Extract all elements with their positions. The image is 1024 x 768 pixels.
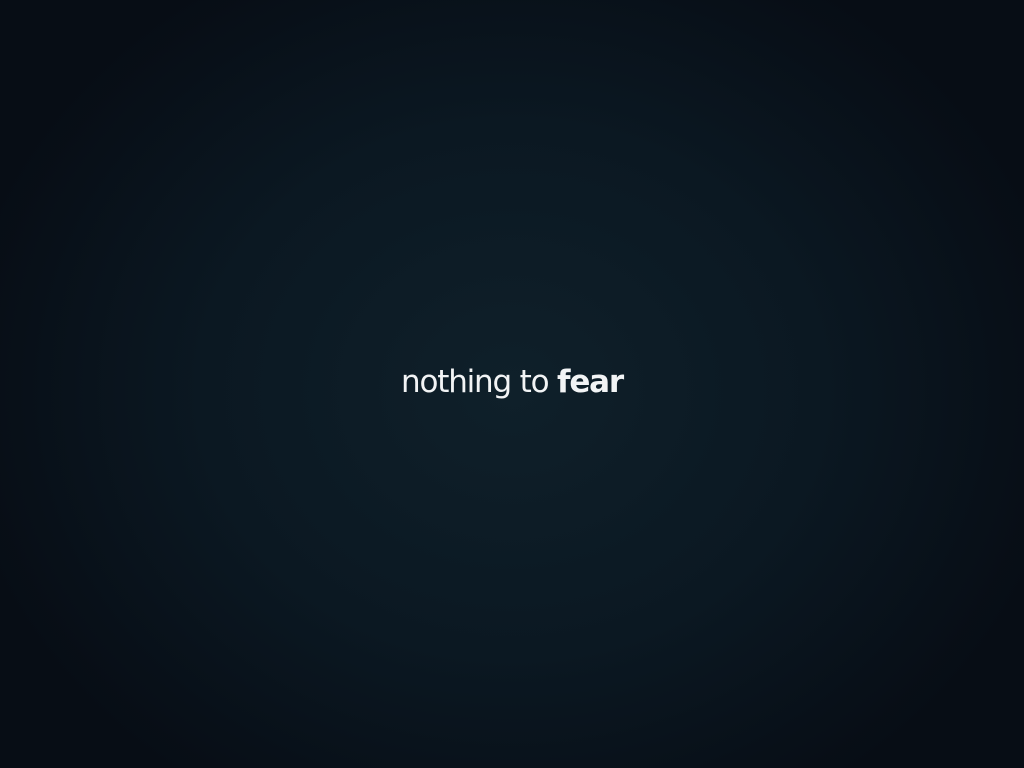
phrase-bold-text: fear [557,364,624,400]
phrase-regular-text: nothing to [401,364,550,400]
slide-phrase: nothing to fear [0,352,1024,412]
